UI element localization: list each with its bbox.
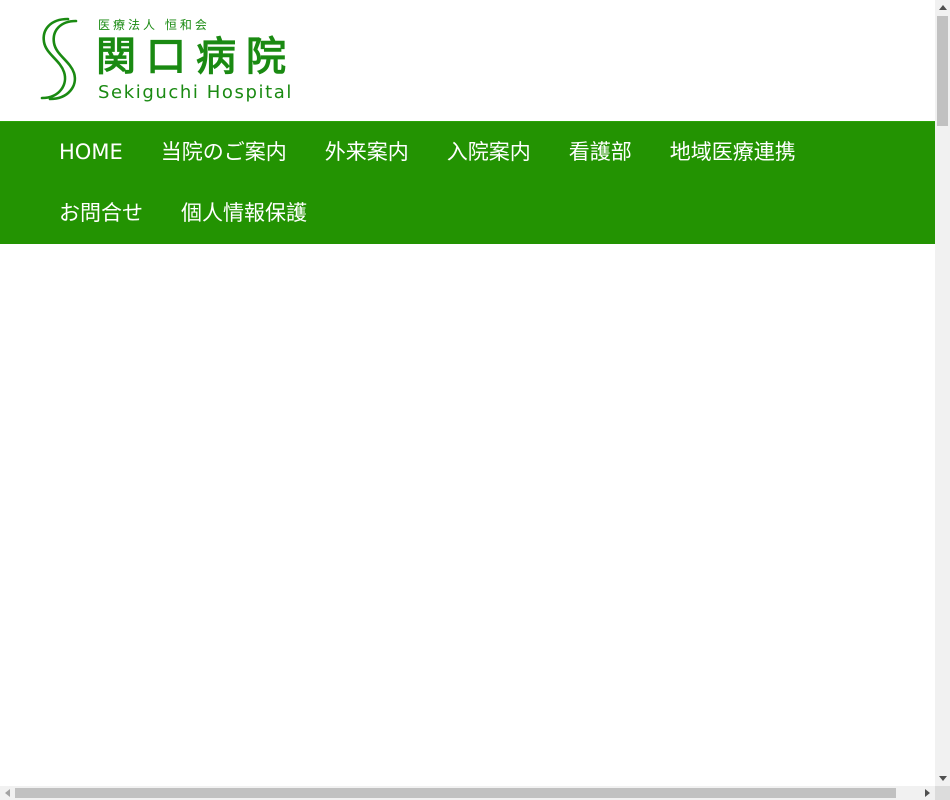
scroll-right-arrow-icon[interactable]	[920, 786, 935, 800]
main-content	[0, 244, 935, 785]
nav-item-regional: 地域医療連携	[651, 122, 815, 183]
logo-hospital-name: 関口病院	[96, 34, 296, 80]
nav-link-nursing[interactable]: 看護部	[550, 122, 651, 183]
nav-link-outpatient[interactable]: 外来案内	[306, 122, 428, 183]
nav-item-nursing: 看護部	[550, 122, 651, 183]
site-logo-link[interactable]: 医療法人 恒和会 関口病院 Sekiguchi Hospital	[36, 12, 316, 104]
nav-list: HOME 当院のご案内 外来案内 入院案内 看護部 地域医療連携 お問合せ 個人…	[0, 122, 920, 244]
vertical-scrollbar[interactable]	[935, 0, 950, 786]
scrollbar-corner	[935, 786, 950, 800]
hospital-s-logo-icon	[40, 17, 78, 101]
nav-item-outpatient: 外来案内	[306, 122, 428, 183]
scroll-left-arrow-icon[interactable]	[0, 786, 15, 800]
horizontal-scrollbar[interactable]	[0, 786, 935, 800]
nav-item-about: 当院のご案内	[142, 122, 306, 183]
nav-link-contact[interactable]: お問合せ	[40, 183, 162, 244]
nav-item-contact: お問合せ	[40, 183, 162, 244]
nav-item-home: HOME	[40, 122, 142, 183]
browser-viewport: 医療法人 恒和会 関口病院 Sekiguchi Hospital HOME 当院…	[0, 0, 935, 786]
scroll-down-arrow-icon[interactable]	[935, 771, 950, 786]
nav-item-inpatient: 入院案内	[428, 122, 550, 183]
main-navigation: HOME 当院のご案内 外来案内 入院案内 看護部 地域医療連携 お問合せ 個人…	[0, 121, 935, 244]
horizontal-scroll-thumb[interactable]	[15, 788, 896, 798]
scroll-up-arrow-icon[interactable]	[935, 0, 950, 15]
logo-english-name: Sekiguchi Hospital	[98, 82, 294, 103]
nav-link-regional[interactable]: 地域医療連携	[651, 122, 815, 183]
logo-subtitle: 医療法人 恒和会	[98, 18, 210, 32]
nav-link-about[interactable]: 当院のご案内	[142, 122, 306, 183]
nav-link-home[interactable]: HOME	[40, 122, 142, 183]
nav-item-privacy: 個人情報保護	[162, 183, 326, 244]
nav-link-privacy[interactable]: 個人情報保護	[162, 183, 326, 244]
vertical-scroll-thumb[interactable]	[937, 16, 948, 126]
nav-link-inpatient[interactable]: 入院案内	[428, 122, 550, 183]
site-header: 医療法人 恒和会 関口病院 Sekiguchi Hospital	[0, 0, 935, 121]
